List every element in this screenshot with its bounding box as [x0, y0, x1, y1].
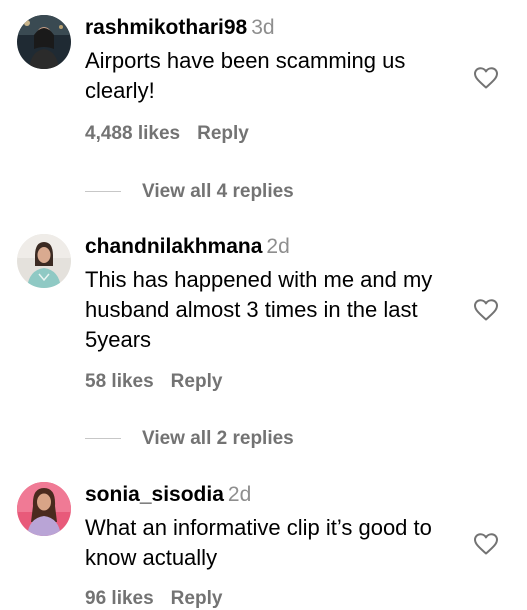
replies-divider [85, 191, 121, 192]
view-replies-button[interactable]: View all 4 replies [85, 179, 345, 205]
view-replies-button[interactable]: View all 2 replies [85, 426, 345, 452]
comment-list: rashmikothari98 3d Airports have been sca… [0, 0, 527, 609]
comment-text: What an informative clip it’s good to kn… [85, 515, 432, 570]
avatar-photo [17, 15, 71, 69]
comment-header: sonia_sisodia 2d [85, 482, 465, 508]
comment-username[interactable]: sonia_sisodia [85, 483, 224, 506]
avatar[interactable] [17, 234, 71, 288]
comment-username[interactable]: rashmikothari98 [85, 16, 247, 39]
comment-text: This has happened with me and my husband… [85, 267, 433, 352]
like-button[interactable] [473, 66, 499, 90]
view-replies-label: View all 4 replies [142, 181, 294, 202]
likes-count[interactable]: 58 likes [85, 371, 154, 392]
replies-divider [85, 438, 121, 439]
comment-actions: 4,488 likes Reply [85, 123, 249, 145]
heart-outline-icon [474, 67, 498, 89]
like-button[interactable] [473, 532, 499, 556]
reply-button[interactable]: Reply [197, 123, 249, 144]
comment-text: Airports have been scamming us clearly! [85, 48, 406, 103]
avatar-photo [17, 482, 71, 536]
comment-header: chandnilakhmana 2d [85, 234, 465, 260]
avatar[interactable] [17, 15, 71, 69]
avatar[interactable] [17, 482, 71, 536]
likes-count[interactable]: 96 likes [85, 588, 154, 609]
heart-outline-icon [474, 299, 498, 321]
comment-username[interactable]: chandnilakhmana [85, 235, 262, 258]
view-replies-label: View all 2 replies [142, 428, 294, 449]
comment-actions: 58 likes Reply [85, 371, 222, 393]
comment-header: rashmikothari98 3d [85, 15, 465, 41]
comment-content: rashmikothari98 3d Airports have been sca… [85, 15, 465, 106]
comment-content: chandnilakhmana 2d This has happened with… [85, 234, 465, 355]
comment-timestamp: 2d [266, 235, 290, 258]
comment-content: sonia_sisodia 2d What an informative clip… [85, 482, 465, 573]
reply-button[interactable]: Reply [171, 588, 223, 609]
comment-timestamp: 3d [251, 16, 275, 39]
avatar-photo [17, 234, 71, 288]
heart-outline-icon [474, 533, 498, 555]
like-button[interactable] [473, 298, 499, 322]
comment-timestamp: 2d [227, 483, 252, 506]
likes-count[interactable]: 4,488 likes [85, 123, 180, 144]
reply-button[interactable]: Reply [171, 371, 223, 392]
